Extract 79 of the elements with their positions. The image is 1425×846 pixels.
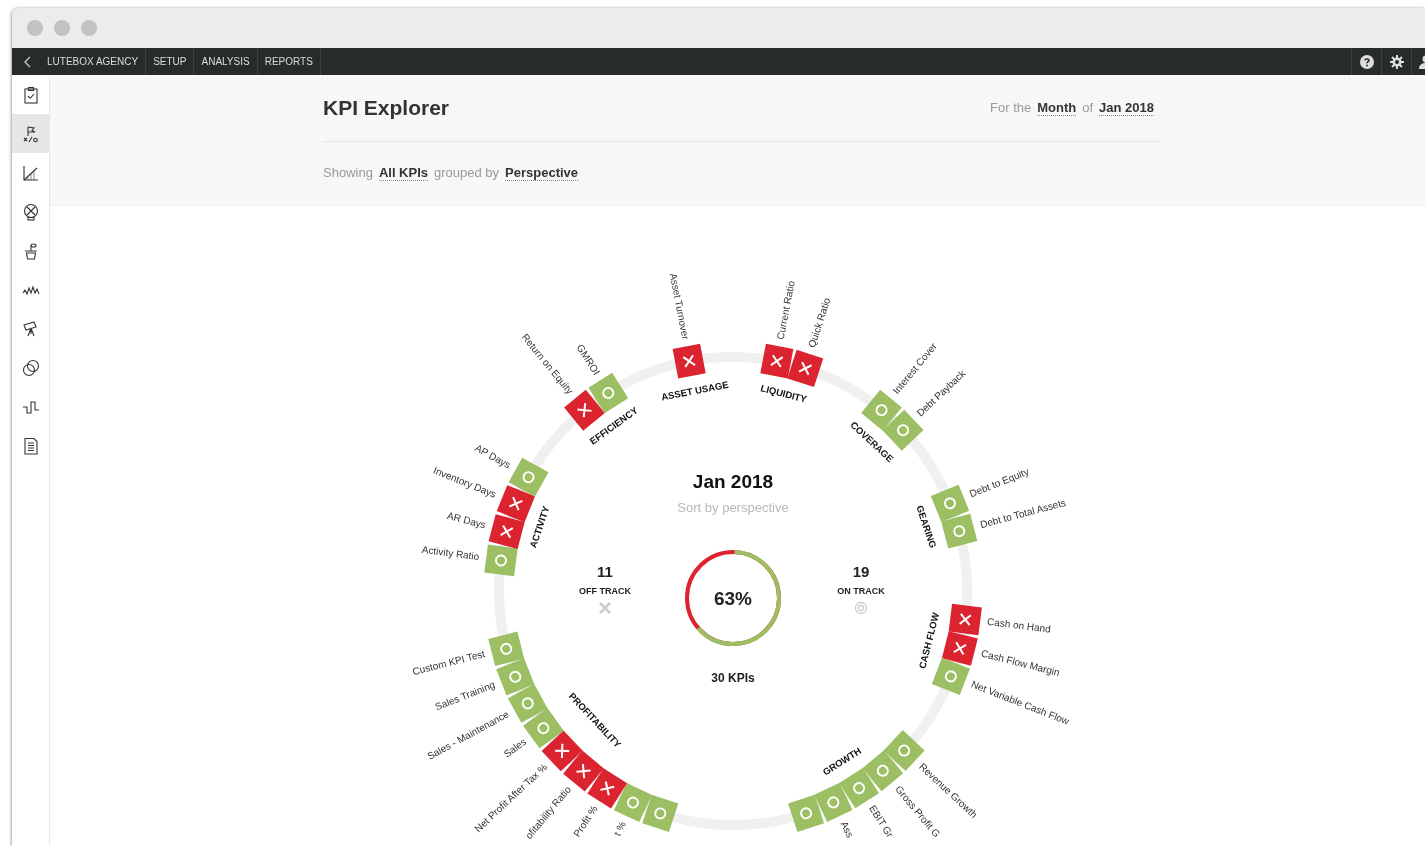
kpi-tile[interactable] xyxy=(760,343,794,379)
period-joiner: of xyxy=(1082,100,1094,115)
cross-icon xyxy=(958,612,972,627)
circle-icon xyxy=(602,387,615,399)
kpi-label: t % xyxy=(611,819,628,838)
cross-icon xyxy=(575,763,592,780)
period-prefix: For the xyxy=(990,100,1032,115)
period-selector[interactable]: Month xyxy=(1037,100,1077,116)
page-title: KPI Explorer xyxy=(323,96,450,120)
circle-icon xyxy=(509,670,522,683)
on-track-count: 19 xyxy=(852,563,870,580)
circle-icon xyxy=(875,404,888,417)
target-icon xyxy=(854,601,868,615)
kpi-tile[interactable] xyxy=(488,514,525,549)
circle-icon xyxy=(522,471,535,484)
cross-icon xyxy=(798,361,813,376)
circle-icon xyxy=(853,782,866,795)
summary-date: Jan 2018 xyxy=(692,471,774,492)
kpi-label: Quick Ratio xyxy=(806,296,833,349)
filter-prefix: Showing xyxy=(323,165,373,180)
user-icon[interactable] xyxy=(1419,54,1425,69)
circle-icon xyxy=(827,796,840,809)
chart-icon xyxy=(21,163,40,182)
cross-icon xyxy=(598,601,612,615)
kpi-label: Current Ratio xyxy=(774,279,797,341)
kpi-tile[interactable] xyxy=(948,603,982,636)
circle-icon xyxy=(500,642,513,655)
kpi-label: Asset Turnover xyxy=(667,272,692,341)
off-track-count: 11 xyxy=(597,563,613,580)
kpi-label: AP Days xyxy=(473,442,513,471)
back-icon[interactable] xyxy=(24,55,32,68)
kpi-label: AR Days xyxy=(446,509,487,531)
circle-icon xyxy=(876,764,889,777)
date-selector[interactable]: Jan 2018 xyxy=(1099,100,1154,116)
cross-icon xyxy=(554,742,571,759)
kpi-label: Cash on Hand xyxy=(986,615,1052,635)
circle-icon xyxy=(627,796,639,809)
kpi-tile[interactable] xyxy=(484,544,518,577)
kpi-label: Ass xyxy=(838,819,856,840)
document-icon xyxy=(21,436,40,455)
cross-icon xyxy=(599,780,616,797)
circle-icon xyxy=(495,554,507,567)
cross-icon xyxy=(499,524,514,539)
circles-icon xyxy=(21,358,40,377)
clipboard-icon xyxy=(21,85,40,104)
perspective-label: ASSET USAGE xyxy=(660,378,730,403)
grouping-selector[interactable]: Perspective xyxy=(505,165,579,181)
circle-icon xyxy=(943,497,956,510)
circle-icon xyxy=(897,424,909,437)
percent-on-track: 63% xyxy=(714,588,752,609)
circle-icon xyxy=(654,807,667,820)
kpi-tile[interactable] xyxy=(672,343,706,379)
help-icon[interactable] xyxy=(1359,54,1374,69)
circle-icon xyxy=(953,525,966,538)
kpi-tile[interactable] xyxy=(496,658,535,696)
on-track-label: ON TRACK xyxy=(837,586,885,596)
fan-icon xyxy=(21,202,40,221)
kpi-total: 30 KPIs xyxy=(711,671,755,685)
kpi-label: Custom KPI Test xyxy=(411,648,487,678)
settings-icon[interactable] xyxy=(1389,54,1404,69)
kpi-tile[interactable] xyxy=(941,631,978,666)
cross-icon xyxy=(952,641,967,656)
flag-icon xyxy=(21,124,40,143)
scope-selector[interactable]: All KPIs xyxy=(378,165,428,181)
kpi-label: Activity Ratio xyxy=(421,543,480,563)
circle-icon xyxy=(521,697,534,710)
off-track-label: OFF TRACK xyxy=(579,586,631,596)
circle-icon xyxy=(537,722,550,735)
circle-icon xyxy=(800,807,813,820)
filter-joiner: grouped by xyxy=(434,165,500,180)
telescope-icon xyxy=(21,319,40,338)
cross-icon xyxy=(682,354,696,368)
cross-icon xyxy=(770,354,784,368)
kpi-label: Cash Flow Margin xyxy=(980,647,1061,679)
circle-icon xyxy=(944,670,957,683)
perspective-label: CASH FLOW xyxy=(916,611,942,670)
circle-icon xyxy=(898,744,911,757)
sidebar-item[interactable] xyxy=(12,114,49,153)
cross-icon xyxy=(508,496,524,512)
